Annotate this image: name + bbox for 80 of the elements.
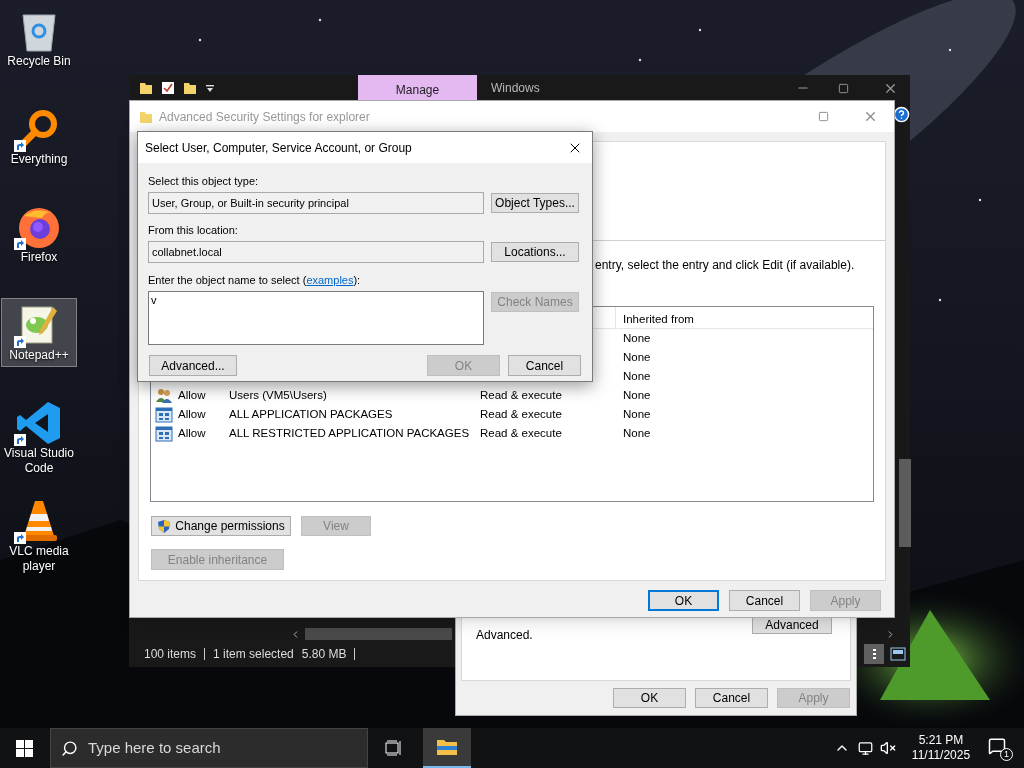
ribbon-tab[interactable]: Windows xyxy=(477,75,596,101)
tiles-view-icon[interactable] xyxy=(890,647,906,661)
windows-logo-icon[interactable] xyxy=(16,739,33,757)
ribbon-chevron-icon xyxy=(16,400,62,446)
desktop-icon-label: Everything xyxy=(10,152,68,167)
table-cell: Read & execute xyxy=(480,426,562,439)
field-label: Select this object type: xyxy=(148,175,260,188)
search-box[interactable]: Type here to search xyxy=(50,728,368,768)
search-placeholder: Type here to search xyxy=(88,737,221,758)
object-type-field: User, Group, or Built-in security principal xyxy=(148,192,484,214)
scrollbar-thumb[interactable] xyxy=(305,628,452,640)
folder-icon xyxy=(436,738,458,756)
dialog-button[interactable]: OK xyxy=(648,590,719,611)
status-text: 5.80 MB xyxy=(301,646,347,663)
folder-icon[interactable] xyxy=(183,81,197,95)
folder-icon[interactable] xyxy=(139,81,153,95)
table-cell: ALL RESTRICTED APPLICATION PACKAGES xyxy=(229,426,470,439)
clock-time[interactable]: 5:21 PM xyxy=(918,733,964,748)
table-cell-text: Allow xyxy=(178,425,206,441)
scrollbar-thumb[interactable] xyxy=(899,459,911,547)
examples-link[interactable]: examples xyxy=(306,274,354,286)
table-cell-text: None xyxy=(622,387,652,403)
desktop-icon-label: Visual Studio Code xyxy=(3,446,75,476)
cancel-button[interactable]: Cancel xyxy=(508,355,581,376)
field-label: Enter the object name to select (examples): xyxy=(148,274,362,287)
desktop-icon[interactable]: Recycle Bin xyxy=(1,4,77,73)
desktop-icon[interactable]: Visual Studio Code xyxy=(1,396,77,480)
desktop-icon-label: Firefox xyxy=(20,250,58,265)
checklist-icon[interactable] xyxy=(161,81,175,95)
search-icon xyxy=(61,739,78,757)
advanced-button[interactable]: Advanced... xyxy=(149,355,237,376)
notification-badge: 1 xyxy=(1000,748,1013,761)
status-text: 1 item selected xyxy=(213,646,294,663)
dialog-button[interactable]: OK xyxy=(613,688,686,708)
dialog-title: Select User, Computer, Service Account, or Group xyxy=(145,139,412,157)
locations-button[interactable]: Locations... xyxy=(491,242,579,262)
task-view-icon[interactable] xyxy=(385,740,403,756)
advanced-hint-text: Advanced. xyxy=(476,627,533,644)
folder-icon xyxy=(139,109,153,124)
window-title: Advanced Security Settings for explorer xyxy=(159,108,370,126)
clock-date[interactable]: 11/11/2025 xyxy=(911,748,971,763)
ribbon-tab[interactable]: Manage xyxy=(358,75,477,101)
desktop-icon[interactable]: Everything xyxy=(1,102,77,171)
dialog-button[interactable]: Cancel xyxy=(695,688,768,708)
details-view-icon[interactable] xyxy=(864,644,884,664)
table-cell-text: None xyxy=(622,330,652,346)
app-grid-icon xyxy=(155,425,173,442)
dropdown-icon[interactable] xyxy=(205,82,215,94)
table-cell: Read & execute xyxy=(480,407,562,420)
table-cell: Read & execute xyxy=(480,388,562,401)
dialog-button[interactable]: Cancel xyxy=(729,590,800,611)
maximize-icon[interactable] xyxy=(818,111,829,122)
maximize-icon[interactable] xyxy=(838,82,849,94)
table-cell: Users (VM5\Users) xyxy=(229,388,327,401)
location-field: collabnet.local xyxy=(148,241,484,263)
object-name-field[interactable]: v xyxy=(148,291,484,345)
object-types-button[interactable]: Object Types... xyxy=(491,193,579,213)
app-grid-icon xyxy=(155,406,173,423)
desktop-icon[interactable]: Firefox xyxy=(1,200,77,269)
field-label: From this location: xyxy=(148,224,239,237)
instruction-text: entry, select the entry and click Edit (if available). xyxy=(595,258,856,272)
desktop-icon[interactable]: VLC media player xyxy=(1,494,77,578)
file-explorer-taskbar-button[interactable] xyxy=(423,728,471,768)
desktop-icon[interactable]: Notepad++ xyxy=(1,298,77,367)
column-header[interactable]: Inherited from xyxy=(616,307,873,329)
table-cell-text: Allow xyxy=(178,406,206,422)
table-cell-text: Allow xyxy=(178,387,206,403)
network-icon[interactable] xyxy=(858,740,873,756)
desktop-icon-label: Recycle Bin xyxy=(7,54,71,69)
change-permissions-button[interactable]: Change permissions xyxy=(151,516,291,536)
table-cell-text: None xyxy=(622,368,652,384)
table-cell-text: None xyxy=(622,349,652,365)
desktop-icon-label: VLC media player xyxy=(8,544,70,574)
desktop-icon-label: Notepad++ xyxy=(9,348,69,363)
table-cell-text: None xyxy=(622,425,652,441)
table-cell-text: None xyxy=(622,406,652,422)
muted-volume-icon[interactable] xyxy=(880,740,896,756)
users-icon xyxy=(155,387,173,404)
status-text: 100 items xyxy=(144,646,197,663)
table-cell: ALL APPLICATION PACKAGES xyxy=(229,407,393,420)
